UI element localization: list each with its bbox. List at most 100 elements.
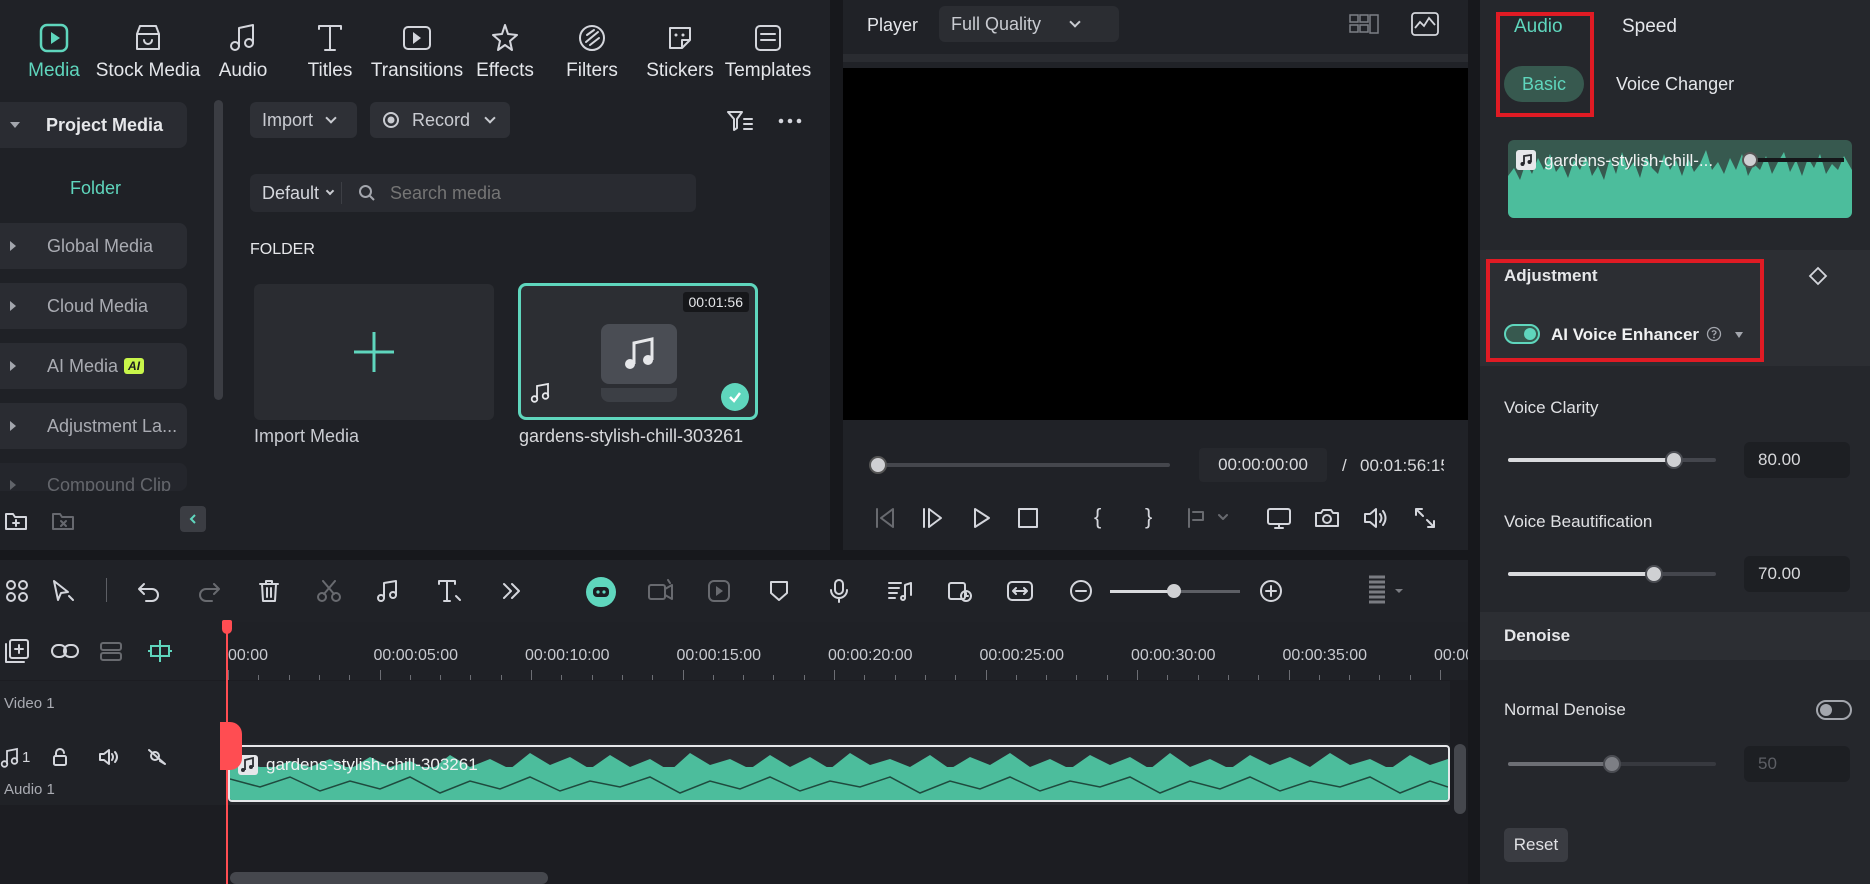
- voice-beautification-knob[interactable]: [1644, 565, 1663, 583]
- normal-denoise-toggle[interactable]: [1816, 700, 1852, 720]
- sidebar-item-folder[interactable]: Folder: [70, 178, 121, 199]
- sidebar-item-adjustment-layer[interactable]: Adjustment La...: [0, 403, 187, 449]
- tab-audio[interactable]: Audio: [215, 0, 271, 90]
- ruler-tick: [652, 675, 654, 680]
- auto-fit-icon[interactable]: [1006, 578, 1034, 604]
- stop-icon[interactable]: [1015, 505, 1041, 531]
- keyframe-diamond-icon[interactable]: [1808, 266, 1828, 286]
- normal-denoise-value[interactable]: 50: [1744, 746, 1850, 782]
- normal-denoise-knob[interactable]: [1603, 755, 1621, 773]
- zoom-in-icon[interactable]: [1258, 578, 1284, 604]
- filter-sort-icon[interactable]: [726, 109, 754, 133]
- redo-icon[interactable]: [196, 578, 222, 604]
- chevron-down-icon: [325, 112, 337, 124]
- sidebar-scrollbar[interactable]: [214, 100, 223, 400]
- zoom-out-icon[interactable]: [1068, 578, 1094, 604]
- record-icon: [383, 112, 399, 128]
- sidebar-item-global-media[interactable]: Global Media: [0, 223, 187, 269]
- lock-track-icon[interactable]: [50, 747, 70, 767]
- video-effects-icon[interactable]: [646, 578, 676, 604]
- tab-speed[interactable]: Speed: [1622, 16, 1677, 38]
- tab-effects[interactable]: Effects: [472, 0, 538, 90]
- marker-shield-icon[interactable]: [766, 578, 792, 604]
- search-input[interactable]: [390, 182, 690, 204]
- current-time[interactable]: 00:00:00:00: [1199, 448, 1327, 482]
- playback-progress-knob[interactable]: [869, 456, 887, 474]
- sort-dropdown[interactable]: Default: [250, 182, 342, 204]
- voice-clarity-knob[interactable]: [1665, 451, 1684, 469]
- group-icon[interactable]: [98, 640, 124, 662]
- import-button[interactable]: Import: [250, 102, 357, 138]
- mark-in-icon[interactable]: {: [1094, 504, 1101, 530]
- snapshot-icon[interactable]: [1314, 505, 1340, 531]
- video-track-lane[interactable]: [228, 681, 1450, 743]
- ruler-label: 00:00:40:00: [1434, 647, 1468, 664]
- collapse-sidebar-button[interactable]: [180, 506, 206, 532]
- sidebar-item-project-media[interactable]: Project Media: [0, 102, 187, 148]
- tab-media[interactable]: Media: [22, 0, 86, 90]
- add-track-icon[interactable]: [4, 638, 30, 664]
- reset-button[interactable]: Reset: [1504, 828, 1568, 862]
- media-clip-card[interactable]: 00:01:56: [518, 283, 758, 420]
- split-icon[interactable]: [316, 578, 342, 604]
- voice-beautification-value[interactable]: 70.00: [1744, 556, 1850, 592]
- ruler-label: 00:00:15:00: [676, 647, 762, 664]
- sidebar-item-ai-media[interactable]: AI Media AI: [0, 343, 187, 389]
- audio-edit-icon[interactable]: [374, 578, 402, 604]
- undo-icon[interactable]: [136, 578, 162, 604]
- normal-denoise-label: Normal Denoise: [1504, 700, 1626, 719]
- quality-dropdown[interactable]: Full Quality: [939, 6, 1119, 42]
- more-tools-icon[interactable]: [500, 580, 524, 602]
- new-folder-icon[interactable]: [3, 508, 29, 534]
- playback-progress-bar[interactable]: [878, 463, 1170, 467]
- speed-ramp-icon[interactable]: [946, 578, 974, 604]
- stabilize-icon[interactable]: [706, 578, 732, 604]
- remove-folder-icon[interactable]: [50, 508, 76, 534]
- tab-titles[interactable]: Titles: [300, 0, 360, 90]
- tab-templates[interactable]: Templates: [724, 0, 812, 90]
- microphone-icon[interactable]: [826, 578, 852, 604]
- display-settings-icon[interactable]: [1266, 505, 1294, 531]
- ai-copilot-icon[interactable]: [586, 577, 616, 607]
- clip-volume-knob[interactable]: [1742, 152, 1758, 168]
- import-media-card[interactable]: [254, 284, 494, 420]
- voice-clarity-value[interactable]: 80.00: [1744, 442, 1850, 478]
- tab-transitions[interactable]: Transitions: [371, 0, 463, 90]
- magnetic-snap-icon[interactable]: [146, 638, 174, 664]
- audio-clip[interactable]: gardens-stylish-chill-303261: [228, 745, 1450, 802]
- link-icon[interactable]: [50, 640, 80, 662]
- ruler-tick: [349, 675, 351, 680]
- sidebar-item-cloud-media[interactable]: Cloud Media: [0, 283, 187, 329]
- timeline-zoom-knob[interactable]: [1167, 584, 1181, 598]
- timeline-vertical-scrollbar[interactable]: [1454, 744, 1466, 814]
- play-icon[interactable]: [968, 505, 994, 531]
- timeline-horizontal-scrollbar[interactable]: [230, 872, 548, 884]
- playhead-trim-handle[interactable]: [220, 722, 242, 770]
- select-tool-icon[interactable]: [50, 578, 78, 604]
- track-volume-icon[interactable]: [98, 747, 120, 767]
- tab-filters[interactable]: Filters: [562, 0, 622, 90]
- track-options-icon[interactable]: [1366, 574, 1406, 608]
- tab-stickers[interactable]: Stickers: [644, 0, 716, 90]
- sidebar-item-compound-clip[interactable]: Compound Clip: [0, 463, 187, 491]
- record-button[interactable]: Record: [370, 102, 510, 138]
- text-tool-icon[interactable]: [436, 578, 464, 604]
- insert-marker-icon[interactable]: [1185, 505, 1233, 531]
- previous-frame-icon[interactable]: [872, 505, 898, 531]
- mark-out-icon[interactable]: }: [1145, 504, 1152, 530]
- highlight-box-audio-basic: [1496, 12, 1594, 117]
- audio-meter-icon[interactable]: [1411, 12, 1439, 36]
- volume-icon[interactable]: [1362, 505, 1390, 531]
- delete-icon[interactable]: [256, 578, 282, 604]
- tab-stock-media[interactable]: Stock Media: [96, 0, 200, 90]
- hide-track-icon[interactable]: [146, 747, 168, 767]
- voice-clarity-label: Voice Clarity: [1504, 398, 1599, 417]
- grid-view-icon[interactable]: [1349, 14, 1379, 34]
- next-frame-icon[interactable]: [920, 505, 946, 531]
- layout-icon[interactable]: [4, 578, 30, 604]
- subtab-voice-changer[interactable]: Voice Changer: [1616, 74, 1734, 95]
- playhead-handle[interactable]: [222, 620, 232, 634]
- fullscreen-icon[interactable]: [1412, 505, 1438, 531]
- more-options-icon[interactable]: [778, 112, 802, 130]
- audio-mixer-icon[interactable]: [886, 578, 914, 604]
